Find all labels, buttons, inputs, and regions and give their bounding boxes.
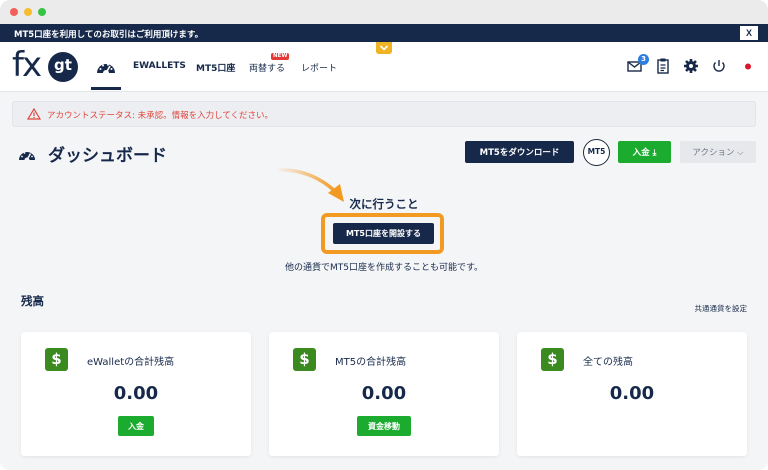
minimize-window-button[interactable] [24, 8, 32, 16]
warning-icon [27, 108, 41, 120]
clipboard-icon[interactable] [653, 56, 673, 76]
nav-ewallets[interactable]: EWALLETS [133, 61, 186, 71]
logo-gt-circle: gt [48, 52, 78, 82]
japan-flag-icon[interactable] [738, 56, 758, 76]
set-common-currency-link[interactable]: 共通通貨を設定 [695, 303, 748, 314]
alert-text: アカウントステータス: 未承認。情報を入力してください。 [47, 111, 274, 121]
card-value: 0.00 [609, 383, 655, 404]
open-mt5-account-button[interactable]: MT5口座を開設する [333, 223, 434, 244]
logo-fx-text: fx [12, 45, 42, 85]
power-icon[interactable] [709, 56, 729, 76]
fxgt-logo[interactable]: fx gt [12, 46, 84, 86]
action-dropdown[interactable]: アクション ⌵ [680, 141, 756, 163]
dashboard-icon[interactable] [95, 58, 117, 76]
maximize-window-button[interactable] [38, 8, 46, 16]
card-deposit-button[interactable]: 入金 [118, 416, 154, 436]
top-navigation: fx gt EWALLETS MT5口座 両替する NEW レポート 3 [0, 42, 768, 92]
page-title: ダッシュボード [48, 146, 167, 166]
balance-heading: 残高 [21, 294, 44, 308]
expand-menu-chevron-icon[interactable] [376, 42, 392, 54]
dashboard-title-icon [19, 152, 35, 162]
mail-count-badge: 3 [638, 54, 649, 65]
card-label: MT5の合計残高 [335, 357, 407, 368]
nav-active-indicator [91, 87, 121, 90]
mt5-logo-icon[interactable]: MT5 [583, 139, 610, 166]
card-value: 0.00 [113, 383, 159, 404]
nav-report[interactable]: レポート [301, 61, 337, 74]
download-mt5-button[interactable]: MT5をダウンロード [465, 141, 574, 163]
close-window-button[interactable] [10, 8, 18, 16]
gear-icon[interactable] [681, 56, 701, 76]
nav-mt5-accounts[interactable]: MT5口座 [196, 61, 235, 74]
browser-window: MT5口座を利用してのお取引はご利用頂けます。 X fx gt EWALLETS… [0, 0, 768, 470]
dollar-icon: $ [293, 348, 316, 371]
deposit-button[interactable]: 入金 ⤓ [618, 141, 671, 163]
card-label: 全ての残高 [583, 357, 633, 368]
dashboard-main: アカウントステータス: 未承認。情報を入力してください。 ダッシュボード MT5… [0, 92, 768, 470]
next-step-note: 他の通貨でMT5口座を作成することも可能です。 [284, 263, 484, 273]
transfer-funds-button[interactable]: 資金移動 [357, 416, 411, 436]
account-status-alert: アカウントステータス: 未承認。情報を入力してください。 [12, 101, 756, 127]
total-balance-card: $ 全ての残高 0.00 [517, 332, 747, 456]
ewallet-balance-card: $ eWalletの合計残高 0.00 入金 [21, 332, 251, 456]
dollar-icon: $ [45, 348, 68, 371]
nav-exchange[interactable]: 両替する [249, 61, 285, 74]
new-badge: NEW [271, 53, 290, 60]
card-label: eWalletの合計残高 [87, 357, 175, 368]
notice-close-button[interactable]: X [740, 26, 758, 40]
window-titlebar [0, 0, 768, 24]
dollar-icon: $ [541, 348, 564, 371]
notice-text: MT5口座を利用してのお取引はご利用頂けます。 [14, 30, 204, 40]
notice-bar: MT5口座を利用してのお取引はご利用頂けます。 X [0, 24, 768, 42]
mt5-balance-card: $ MT5の合計残高 0.00 資金移動 [269, 332, 499, 456]
card-value: 0.00 [361, 383, 407, 404]
next-step-title: 次に行うこと [349, 197, 419, 211]
